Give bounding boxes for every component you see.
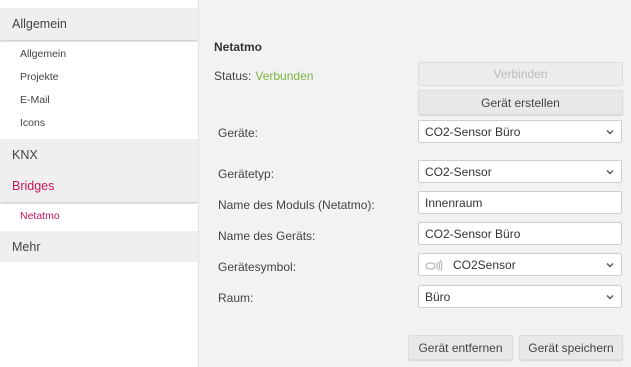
sidebar-section-allgemein[interactable]: Allgemein bbox=[0, 8, 198, 40]
devices-select[interactable]: CO2-Sensor Büro bbox=[418, 120, 622, 143]
save-device-button[interactable]: Gerät speichern bbox=[519, 335, 623, 360]
chevron-down-icon bbox=[606, 263, 614, 268]
device-symbol-select[interactable]: CO2Sensor bbox=[418, 253, 622, 276]
room-value: Büro bbox=[425, 289, 451, 304]
chevron-down-icon bbox=[606, 170, 614, 175]
sidebar-item-email[interactable]: E-Mail bbox=[0, 88, 198, 111]
device-symbol-label: Gerätesymbol: bbox=[218, 260, 297, 274]
module-name-value: Innenraum bbox=[425, 195, 483, 210]
device-type-label: Gerätetyp: bbox=[218, 167, 275, 181]
devices-value: CO2-Sensor Büro bbox=[425, 124, 521, 139]
sidebar-item-allgemein[interactable]: Allgemein bbox=[0, 42, 198, 65]
page-title: Netatmo bbox=[214, 40, 263, 54]
sidebar-section-mehr[interactable]: Mehr bbox=[0, 231, 198, 262]
module-name-label: Name des Moduls (Netatmo): bbox=[218, 198, 375, 212]
create-device-button[interactable]: Gerät erstellen bbox=[418, 90, 623, 115]
chevron-down-icon bbox=[606, 295, 614, 300]
device-name-value: CO2-Sensor Büro bbox=[425, 226, 521, 241]
device-type-value: CO2-Sensor bbox=[425, 164, 492, 179]
sidebar-section-bridges[interactable]: Bridges bbox=[0, 170, 198, 202]
device-type-select[interactable]: CO2-Sensor bbox=[418, 160, 622, 183]
sidebar-item-netatmo[interactable]: Netatmo bbox=[0, 204, 198, 228]
device-name-label: Name des Geräts: bbox=[218, 229, 316, 243]
device-symbol-value: CO2Sensor bbox=[453, 257, 516, 272]
sidebar: Allgemein Allgemein Projekte E-Mail Icon… bbox=[0, 0, 198, 367]
room-label: Raum: bbox=[218, 291, 254, 305]
sidebar-item-icons[interactable]: Icons bbox=[0, 111, 198, 134]
connection-status: Status: Verbunden bbox=[214, 69, 313, 83]
status-badge: Verbunden bbox=[255, 69, 314, 83]
sidebar-section-knx[interactable]: KNX bbox=[0, 139, 198, 170]
sidebar-item-projekte[interactable]: Projekte bbox=[0, 65, 198, 88]
devices-label: Geräte: bbox=[218, 126, 259, 140]
co2-sensor-icon bbox=[425, 259, 443, 271]
device-name-input[interactable]: CO2-Sensor Büro bbox=[418, 222, 622, 245]
netatmo-settings-panel: Netatmo Status: Verbunden Verbinden Gerät… bbox=[198, 0, 631, 367]
room-select[interactable]: Büro bbox=[418, 285, 622, 308]
connect-button[interactable]: Verbinden bbox=[418, 62, 623, 86]
status-label: Status: bbox=[214, 69, 252, 83]
module-name-input[interactable]: Innenraum bbox=[418, 191, 622, 214]
chevron-down-icon bbox=[606, 130, 614, 135]
remove-device-button[interactable]: Gerät entfernen bbox=[408, 335, 513, 360]
